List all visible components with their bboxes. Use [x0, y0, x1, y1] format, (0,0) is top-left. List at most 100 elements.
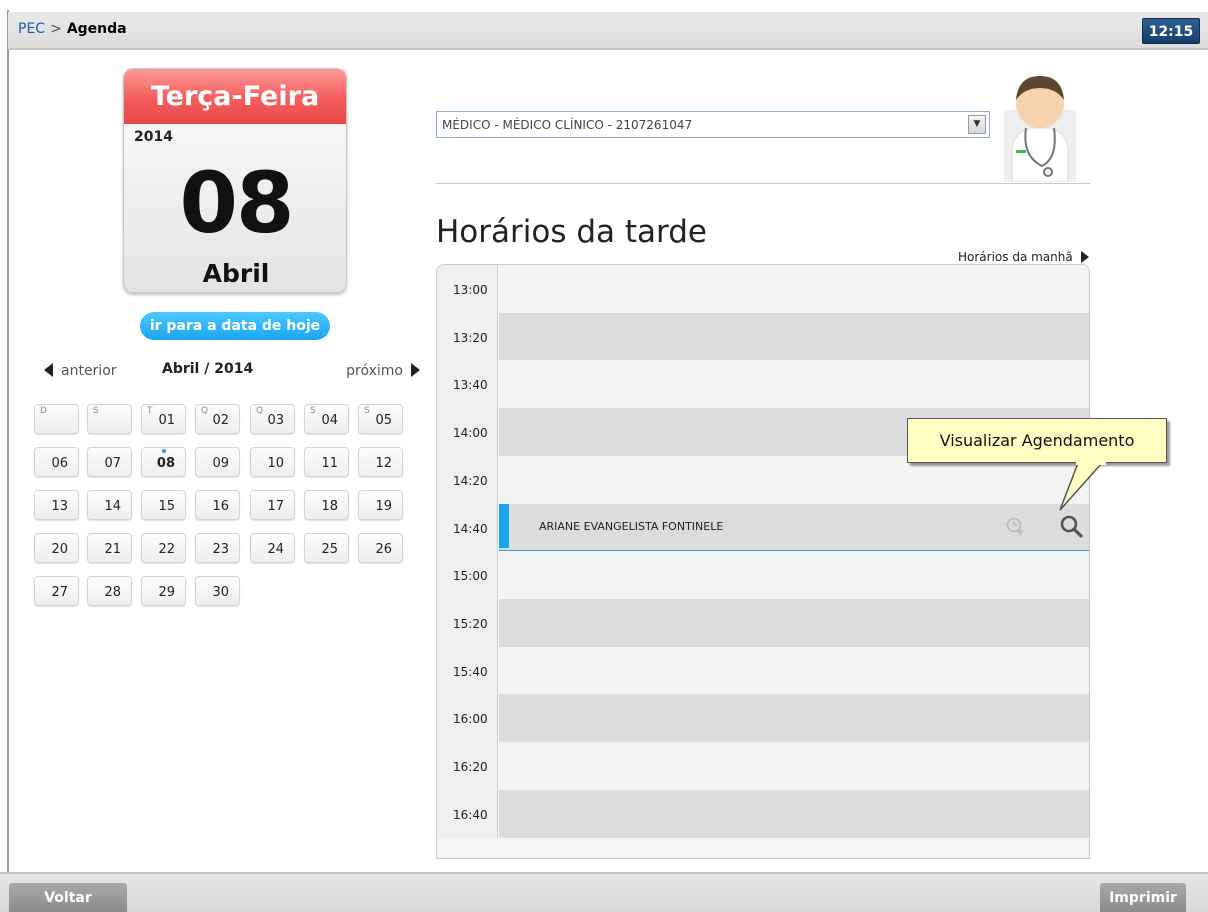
calendar-day[interactable]: 09: [195, 447, 240, 477]
date-card-month: Abril: [202, 259, 270, 288]
schedule-row: 13:00: [437, 265, 1089, 313]
print-button[interactable]: Imprimir: [1100, 883, 1186, 912]
time-slot[interactable]: [499, 551, 1089, 600]
weekday-letter: Q: [201, 406, 209, 416]
reschedule-clock-icon[interactable]: [1005, 516, 1025, 536]
time-slot[interactable]: [499, 360, 1089, 409]
time-slot[interactable]: [499, 312, 1089, 361]
appointment-marker: [499, 503, 509, 548]
time-slot[interactable]: [499, 646, 1089, 695]
calendar-day-number: 09: [212, 456, 229, 471]
calendar-day[interactable]: S 04: [304, 404, 349, 434]
calendar-day-number: 10: [267, 456, 284, 471]
calendar-day[interactable]: 25: [304, 533, 349, 563]
calendar-day[interactable]: 10: [250, 447, 295, 477]
calendar-day[interactable]: 20: [34, 533, 79, 563]
time-label: 15:00: [437, 551, 498, 600]
schedule-row: 16:40: [437, 789, 1089, 838]
calendar-day-number: 13: [51, 499, 68, 514]
calendar-day[interactable]: Q 03: [250, 404, 295, 434]
calendar-day[interactable]: 22: [141, 533, 186, 563]
weekday-letter: S: [310, 406, 316, 416]
weekday-letter: S: [93, 406, 99, 416]
schedule-table: 13:00 13:20 13:40 14:00 14:20 14:40 ARIANE EVA…: [436, 264, 1090, 859]
schedule-row: 14:40 ARIANE EVANGELISTA FONTINELE: [437, 503, 1089, 552]
next-month-button[interactable]: próximo: [346, 363, 420, 379]
calendar-day-number: 25: [321, 542, 338, 557]
morning-schedule-label: Horários da manhã: [958, 250, 1073, 264]
calendar-day-number: 14: [104, 499, 121, 514]
chevron-down-icon[interactable]: ▼: [968, 115, 986, 134]
calendar-day-selected[interactable]: 08: [141, 447, 186, 477]
previous-month-button[interactable]: anterior: [44, 363, 117, 379]
professional-select-value: MÉDICO - MÉDICO CLÍNICO - 2107261047: [442, 118, 693, 132]
calendar-day[interactable]: Q 02: [195, 404, 240, 434]
calendar-day[interactable]: 23: [195, 533, 240, 563]
calendar-day-number: 19: [375, 499, 392, 514]
date-card: Terça-Feira 2014 08 Abril: [123, 68, 347, 293]
calendar-day[interactable]: 21: [87, 533, 132, 563]
schedule-row: 13:20: [437, 312, 1089, 361]
calendar-day[interactable]: 11: [304, 447, 349, 477]
calendar-day[interactable]: T 01: [141, 404, 186, 434]
calendar-day[interactable]: 16: [195, 490, 240, 520]
calendar-day-number: 28: [104, 585, 121, 600]
breadcrumb-root[interactable]: PEC: [18, 21, 45, 37]
time-label: 15:20: [437, 598, 498, 647]
calendar-day[interactable]: 30: [195, 576, 240, 606]
calendar-day[interactable]: 12: [358, 447, 403, 477]
calendar-day[interactable]: 24: [250, 533, 295, 563]
calendar-day[interactable]: 28: [87, 576, 132, 606]
calendar-day[interactable]: 15: [141, 490, 186, 520]
time-label: 16:40: [437, 789, 498, 838]
time-label: 13:40: [437, 360, 498, 409]
calendar-day-number: 07: [104, 456, 121, 471]
calendar-day-number: 18: [321, 499, 338, 514]
calendar-day[interactable]: 29: [141, 576, 186, 606]
next-month-label: próximo: [346, 363, 403, 379]
calendar-day-number: 04: [321, 413, 338, 428]
calendar-day[interactable]: 06: [34, 447, 79, 477]
calendar-day[interactable]: S 05: [358, 404, 403, 434]
calendar-day-number: 17: [267, 499, 284, 514]
month-title: Abril / 2014: [162, 361, 254, 377]
time-slot[interactable]: [499, 694, 1089, 743]
calendar-day[interactable]: 18: [304, 490, 349, 520]
calendar-day: D: [34, 404, 79, 434]
time-label: 16:20: [437, 742, 498, 790]
time-slot[interactable]: [499, 598, 1089, 647]
bottom-bar: Voltar Imprimir: [0, 872, 1208, 912]
go-to-today-button[interactable]: ir para a data de hoje: [140, 312, 330, 340]
previous-month-label: anterior: [61, 363, 117, 379]
header-divider: [436, 183, 1090, 184]
time-slot[interactable]: [499, 265, 1089, 313]
calendar-day-number: 29: [158, 585, 175, 600]
calendar-day[interactable]: 26: [358, 533, 403, 563]
appointment-patient-name[interactable]: ARIANE EVANGELISTA FONTINELE: [539, 520, 723, 533]
calendar-day[interactable]: 13: [34, 490, 79, 520]
calendar-day-number: 11: [321, 456, 338, 471]
calendar-day[interactable]: 27: [34, 576, 79, 606]
back-button[interactable]: Voltar: [9, 883, 127, 912]
calendar-day-number: 21: [104, 542, 121, 557]
calendar-day[interactable]: 07: [87, 447, 132, 477]
doctor-avatar-icon: [1004, 76, 1076, 182]
breadcrumb: PEC > Agenda: [18, 21, 127, 37]
schedule-row: 15:40: [437, 646, 1089, 695]
calendar-day-number: 24: [267, 542, 284, 557]
calendar-day[interactable]: 17: [250, 490, 295, 520]
date-card-weekday: Terça-Feira: [124, 69, 346, 124]
time-slot[interactable]: [499, 742, 1089, 790]
professional-select[interactable]: MÉDICO - MÉDICO CLÍNICO - 2107261047 ▼: [436, 111, 990, 138]
calendar-day-number: 06: [51, 456, 68, 471]
morning-schedule-link[interactable]: Horários da manhã: [958, 250, 1089, 264]
weekday-letter: T: [147, 406, 153, 416]
calendar-day[interactable]: 19: [358, 490, 403, 520]
calendar-day-number: 08: [156, 456, 175, 471]
arrow-left-icon: [44, 363, 53, 377]
time-slot[interactable]: [499, 789, 1089, 838]
app: PEC > Agenda 12:15 Terça-Feira 2014 08 Abr…: [0, 0, 1208, 912]
calendar-day-number: 02: [212, 413, 229, 428]
calendar-day[interactable]: 14: [87, 490, 132, 520]
calendar-day-number: 12: [375, 456, 392, 471]
